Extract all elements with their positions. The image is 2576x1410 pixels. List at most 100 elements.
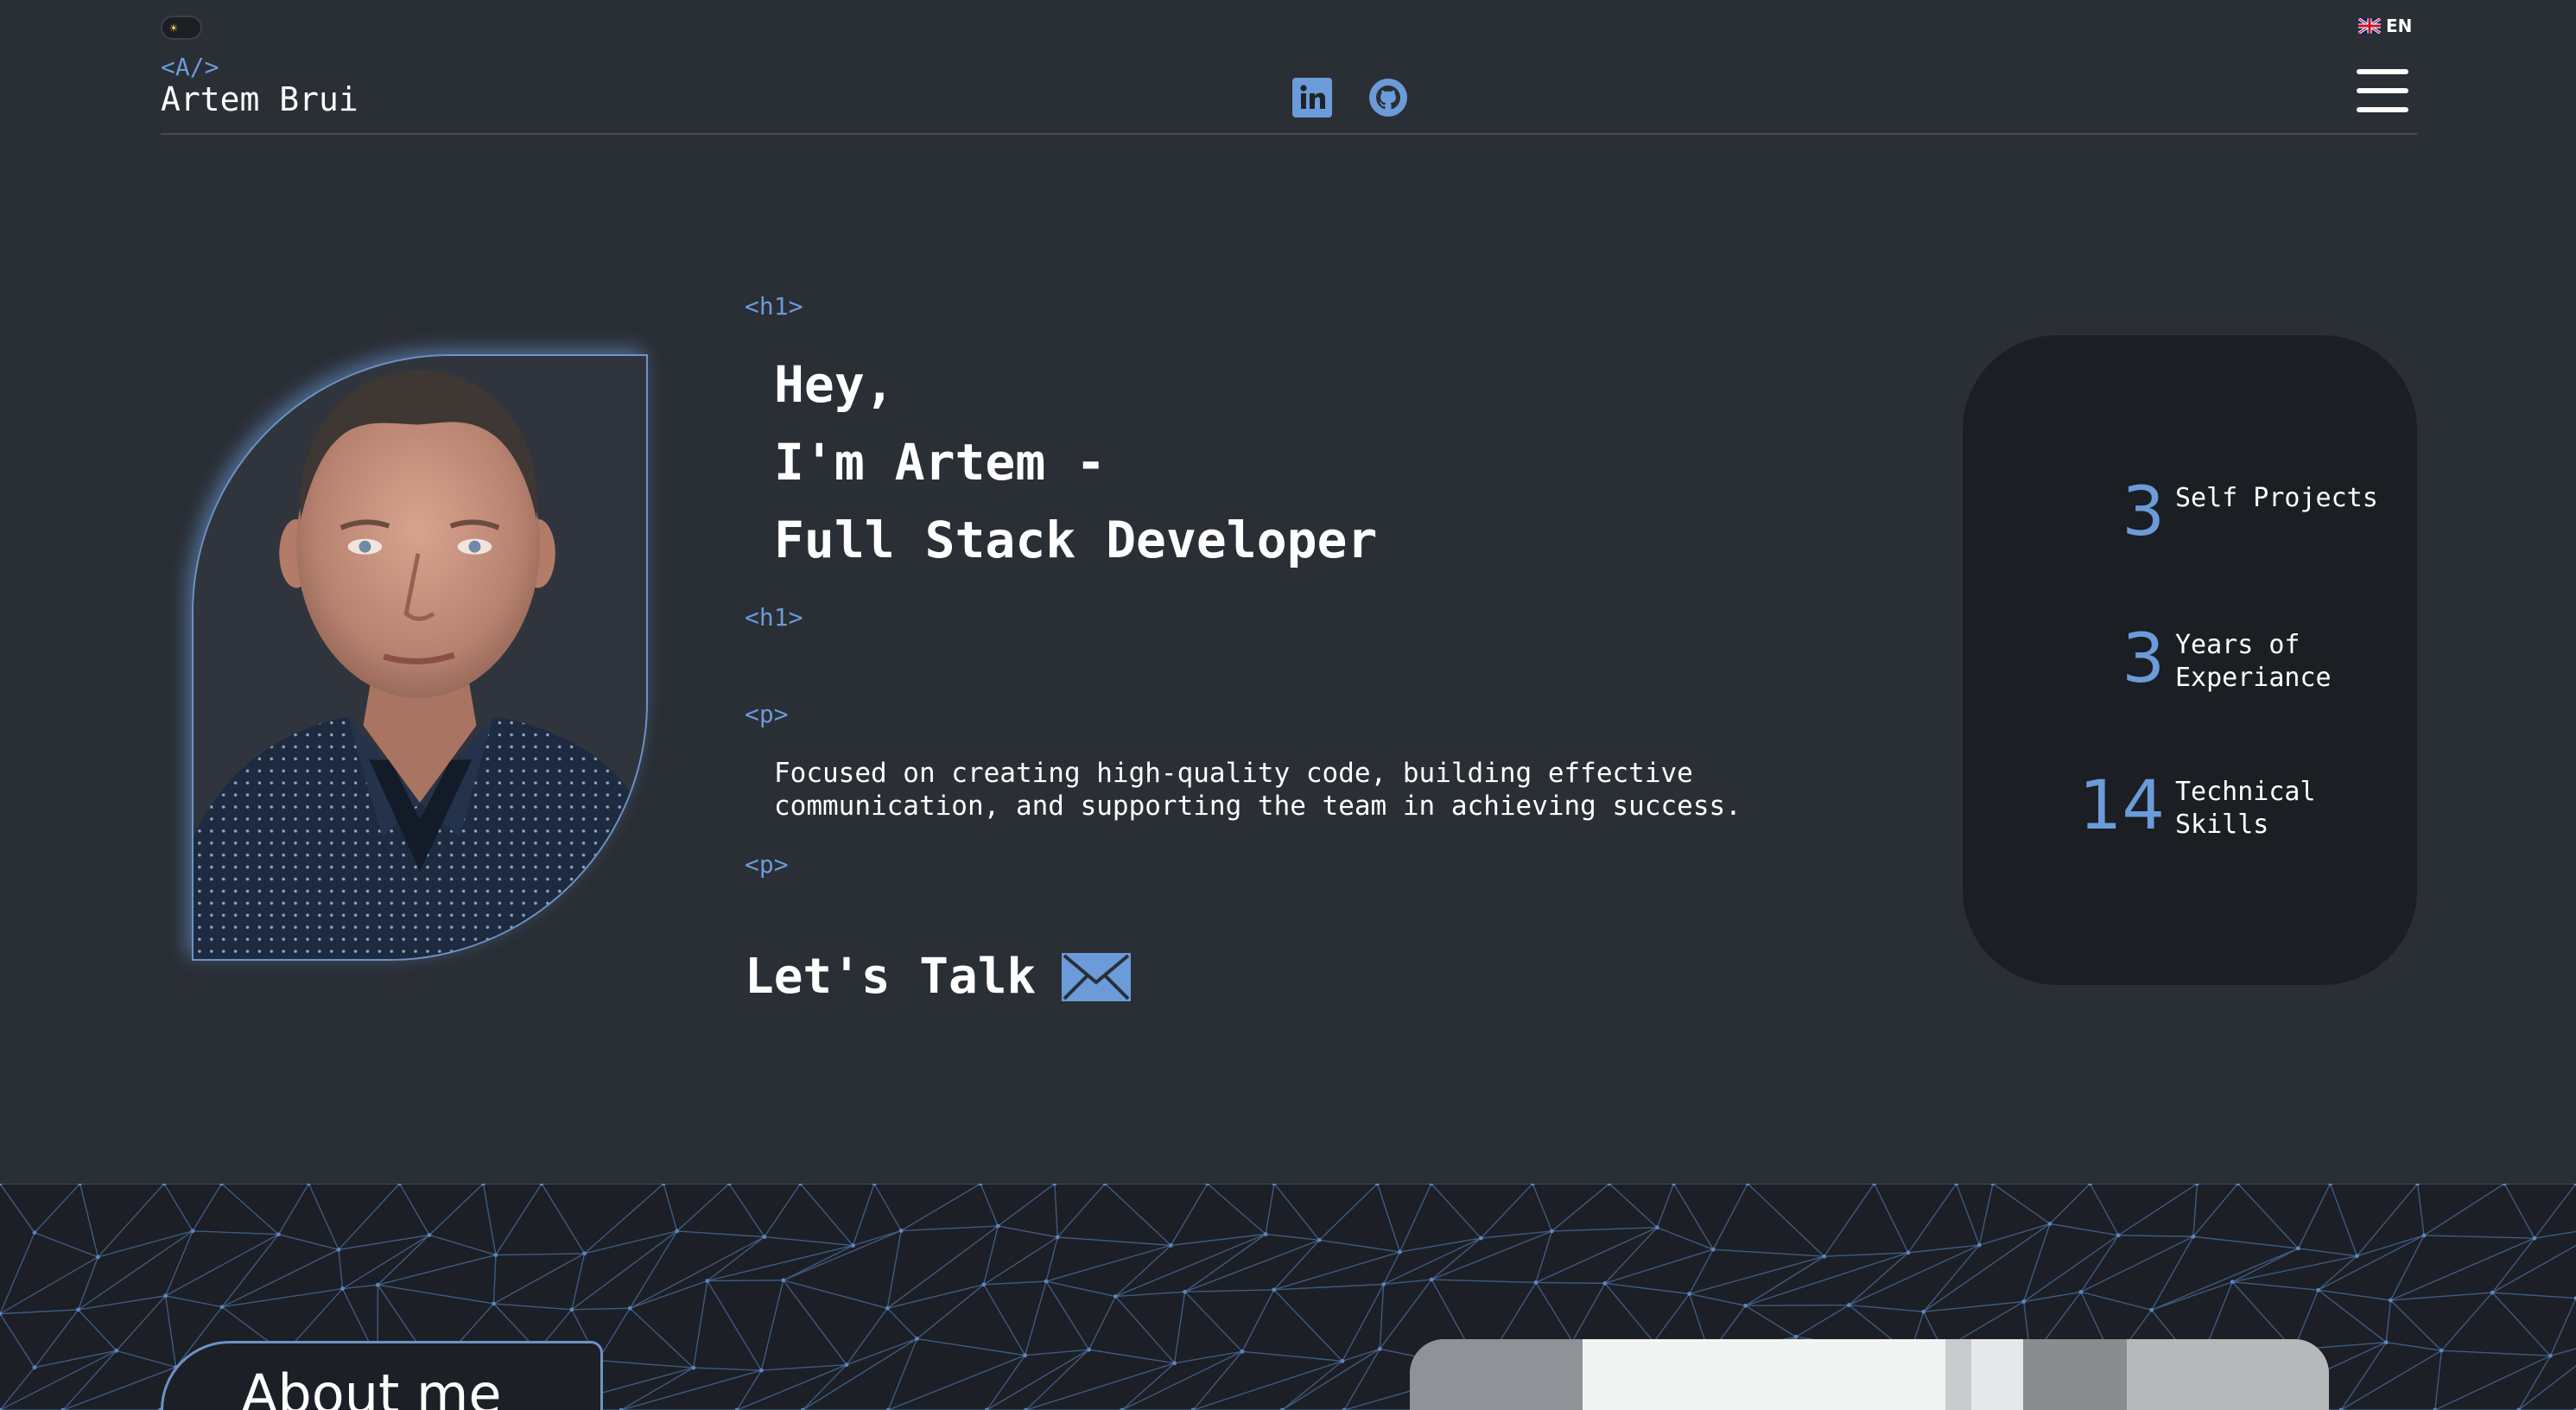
mesh-node bbox=[1398, 1249, 1402, 1254]
stat-item: 14 Technical Skills bbox=[1963, 767, 2417, 845]
mesh-node bbox=[851, 1243, 855, 1248]
mail-icon bbox=[1062, 952, 1132, 1001]
mesh-node bbox=[582, 1251, 587, 1256]
mesh-node bbox=[691, 1365, 696, 1370]
about-photo-image bbox=[1410, 1339, 2329, 1410]
mesh-node bbox=[96, 1254, 100, 1260]
mesh-node bbox=[758, 1368, 764, 1373]
logo-tag: <A/> bbox=[161, 53, 219, 81]
about-photo bbox=[1410, 1339, 2329, 1410]
mesh-node bbox=[2532, 1235, 2537, 1241]
mesh-node bbox=[1183, 1289, 1188, 1294]
hero-title-line: Full Stack Developer bbox=[774, 511, 1378, 569]
mesh-node bbox=[219, 1305, 225, 1310]
mesh-node bbox=[2388, 1298, 2393, 1303]
mesh-node bbox=[2047, 1222, 2053, 1226]
hero-title-line: I'm Artem - bbox=[774, 433, 1107, 492]
mesh-node bbox=[340, 1286, 345, 1291]
mesh-node bbox=[493, 1253, 498, 1257]
sun-icon: ☀ bbox=[165, 20, 182, 37]
mesh-node bbox=[2296, 1246, 2300, 1251]
linkedin-icon[interactable] bbox=[1292, 78, 1332, 118]
about-heading: About me bbox=[161, 1341, 603, 1410]
portrait-illustration bbox=[194, 356, 646, 959]
language-switcher[interactable]: EN bbox=[2358, 16, 2412, 36]
menu-bar bbox=[2357, 107, 2408, 112]
stat-value: 3 bbox=[2122, 620, 2165, 698]
mesh-node bbox=[376, 1282, 380, 1287]
mesh-node bbox=[492, 1301, 496, 1306]
mesh-node bbox=[1317, 1237, 1322, 1242]
menu-bar bbox=[2357, 69, 2408, 74]
stat-label: Years of Experiance bbox=[2175, 630, 2332, 693]
h1-open-tag: <h1> bbox=[745, 292, 803, 321]
mesh-node bbox=[1533, 1280, 1539, 1285]
mesh-node bbox=[1169, 1242, 1173, 1248]
mesh-node bbox=[2116, 1233, 2121, 1238]
mesh-node bbox=[2149, 1307, 2154, 1312]
mesh-node bbox=[627, 1305, 632, 1311]
mesh-node bbox=[32, 1365, 37, 1370]
mesh-node bbox=[163, 1293, 168, 1299]
mesh-node bbox=[1023, 1353, 1028, 1358]
mesh-node bbox=[1654, 1225, 1659, 1230]
mesh-node bbox=[885, 1305, 890, 1311]
mesh-node bbox=[844, 1362, 849, 1368]
header-divider bbox=[161, 133, 2417, 135]
mesh-node bbox=[2021, 1299, 2027, 1304]
hero-description: Focused on creating high-quality code, b… bbox=[774, 758, 1742, 822]
stat-label: Self Projects bbox=[2175, 483, 2378, 513]
mesh-node bbox=[1990, 1184, 1995, 1186]
lets-talk-button[interactable]: Let's Talk bbox=[745, 949, 1132, 1005]
mesh-node bbox=[2383, 1340, 2389, 1345]
mesh-node bbox=[114, 1348, 119, 1353]
mesh-node bbox=[1479, 1235, 1483, 1241]
mesh-node bbox=[1340, 1358, 1345, 1363]
mesh-node bbox=[762, 1235, 767, 1239]
uk-flag-icon bbox=[2358, 18, 2381, 34]
mesh-node bbox=[2195, 1184, 2199, 1186]
mesh-node bbox=[1846, 1303, 1851, 1307]
mesh-node bbox=[1550, 1229, 1554, 1234]
mesh-node bbox=[1113, 1294, 1118, 1299]
mesh-node bbox=[1377, 1346, 1382, 1351]
mesh-node bbox=[76, 1307, 80, 1312]
mesh-node bbox=[427, 1233, 432, 1237]
h1-close-tag: <h1> bbox=[745, 603, 803, 632]
mesh-node bbox=[336, 1248, 341, 1252]
mesh-node bbox=[1055, 1235, 1060, 1240]
mesh-node bbox=[1381, 1282, 1386, 1286]
mesh-node bbox=[2421, 1233, 2427, 1238]
mesh-node bbox=[2490, 1290, 2495, 1295]
mesh-node bbox=[1822, 1254, 1827, 1259]
theme-toggle[interactable]: ☀ bbox=[161, 16, 202, 40]
mesh-node bbox=[1172, 1361, 1177, 1366]
mesh-node bbox=[2316, 1287, 2321, 1292]
about-section: About me bbox=[0, 1184, 2576, 1410]
mesh-node bbox=[1263, 1232, 1268, 1236]
mesh-node bbox=[32, 1230, 37, 1235]
mesh-node bbox=[1921, 1309, 1926, 1314]
p-open-tag: <p> bbox=[745, 700, 789, 728]
stat-item: 3 Years of Experiance bbox=[1963, 620, 2417, 698]
stat-item: 3 Self Projects bbox=[1963, 473, 2417, 551]
cta-label: Let's Talk bbox=[745, 949, 1037, 1005]
mesh-node bbox=[1906, 1250, 1911, 1255]
mesh-node bbox=[1044, 1279, 1049, 1284]
stats-card: 3 Self Projects 3 Years of Experiance 14… bbox=[1963, 335, 2417, 985]
mesh-node bbox=[675, 1229, 680, 1234]
mesh-node bbox=[1429, 1277, 1434, 1282]
mesh-node bbox=[898, 1229, 904, 1233]
github-icon[interactable] bbox=[1368, 78, 1408, 118]
mesh-node bbox=[2230, 1280, 2235, 1285]
hamburger-menu-icon[interactable] bbox=[2357, 69, 2408, 112]
menu-bar bbox=[2357, 88, 2408, 93]
mesh-node bbox=[1087, 1347, 1091, 1352]
stat-label: Technical Skills bbox=[2175, 777, 2316, 840]
site-logo[interactable]: <A/> Artem Brui bbox=[161, 53, 358, 119]
mesh-node bbox=[1687, 1292, 1692, 1296]
mesh-node bbox=[190, 1229, 195, 1234]
mesh-node bbox=[995, 1223, 1000, 1229]
mesh-node bbox=[1976, 1242, 1982, 1248]
mesh-node bbox=[2548, 1353, 2553, 1358]
